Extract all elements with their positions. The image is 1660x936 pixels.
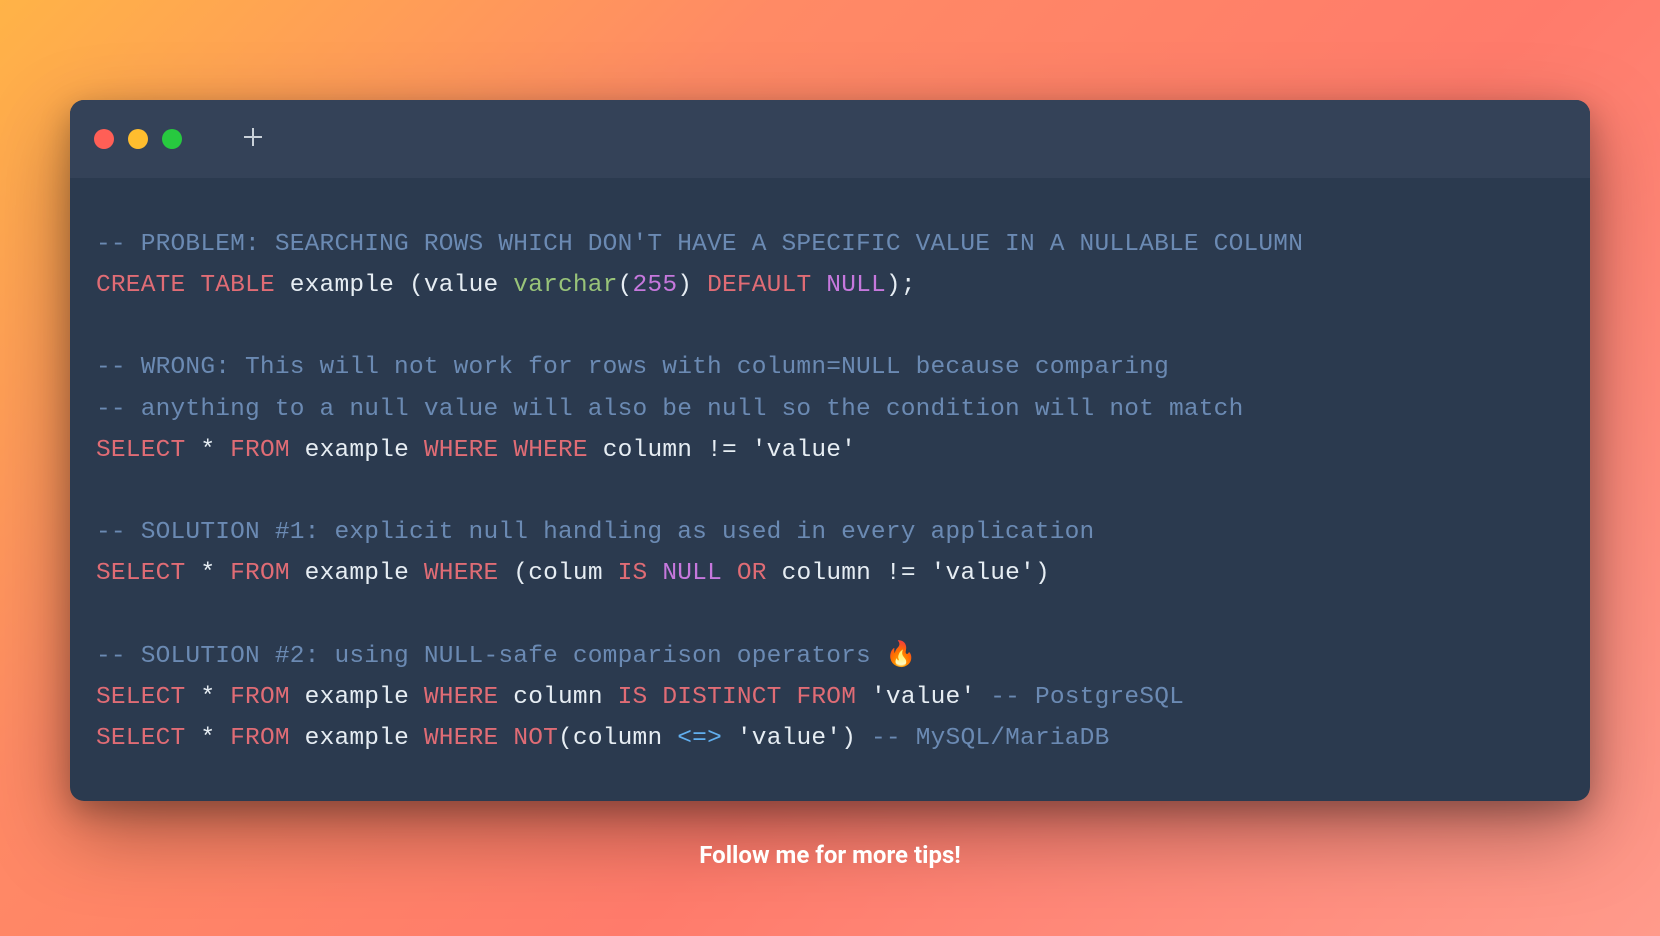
- minimize-button[interactable]: [128, 129, 148, 149]
- code-string: 'value': [931, 560, 1035, 587]
- close-button[interactable]: [94, 129, 114, 149]
- code-keyword: DISTINCT: [662, 684, 781, 711]
- code-comment: -- SOLUTION #2: using NULL-safe comparis…: [96, 643, 917, 670]
- code-comment: -- anything to a null value will also be…: [96, 396, 1243, 423]
- code-keyword: WHERE: [513, 437, 588, 464]
- code-keyword: FROM: [230, 684, 290, 711]
- code-keyword: FROM: [230, 725, 290, 752]
- code-comment: -- PROBLEM: SEARCHING ROWS WHICH DON'T H…: [96, 231, 1303, 258]
- code-string: 'value': [871, 684, 975, 711]
- code-keyword: WHERE: [424, 437, 499, 464]
- code-keyword: FROM: [230, 560, 290, 587]
- editor-window: -- PROBLEM: SEARCHING ROWS WHICH DON'T H…: [70, 100, 1590, 801]
- code-keyword: WHERE: [424, 684, 499, 711]
- maximize-button[interactable]: [162, 129, 182, 149]
- code-comment: -- SOLUTION #1: explicit null handling a…: [96, 519, 1094, 546]
- footer-caption: Follow me for more tips!: [699, 841, 961, 869]
- code-string: 'value': [737, 725, 841, 752]
- code-text: );: [886, 272, 916, 299]
- code-keyword: SELECT: [96, 725, 185, 752]
- code-type: varchar: [513, 272, 617, 299]
- code-keyword: SELECT: [96, 560, 185, 587]
- window-titlebar: [70, 100, 1590, 178]
- code-keyword: SELECT: [96, 684, 185, 711]
- code-null: NULL: [662, 560, 722, 587]
- code-keyword: OR: [737, 560, 767, 587]
- code-comment: -- MySQL/MariaDB: [871, 725, 1109, 752]
- code-keyword: FROM: [230, 437, 290, 464]
- code-keyword: TABLE: [200, 272, 275, 299]
- code-editor[interactable]: -- PROBLEM: SEARCHING ROWS WHICH DON'T H…: [70, 178, 1590, 801]
- code-comment: -- PostgreSQL: [990, 684, 1184, 711]
- code-text: ): [677, 272, 707, 299]
- code-keyword: IS: [618, 560, 648, 587]
- code-keyword: DEFAULT: [707, 272, 811, 299]
- code-keyword: FROM: [797, 684, 857, 711]
- new-tab-button[interactable]: [242, 125, 264, 153]
- code-operator: <=>: [677, 725, 722, 752]
- code-keyword: SELECT: [96, 437, 185, 464]
- code-keyword: IS: [618, 684, 648, 711]
- code-keyword: WHERE: [424, 725, 499, 752]
- code-number: 255: [633, 272, 678, 299]
- code-text: (: [618, 272, 633, 299]
- traffic-lights: [94, 129, 182, 149]
- code-string: 'value': [752, 437, 856, 464]
- code-comment: -- WRONG: This will not work for rows wi…: [96, 354, 1169, 381]
- code-keyword: NOT: [513, 725, 558, 752]
- code-keyword: CREATE: [96, 272, 185, 299]
- code-text: example (value: [275, 272, 513, 299]
- code-keyword: WHERE: [424, 560, 499, 587]
- code-null: NULL: [826, 272, 886, 299]
